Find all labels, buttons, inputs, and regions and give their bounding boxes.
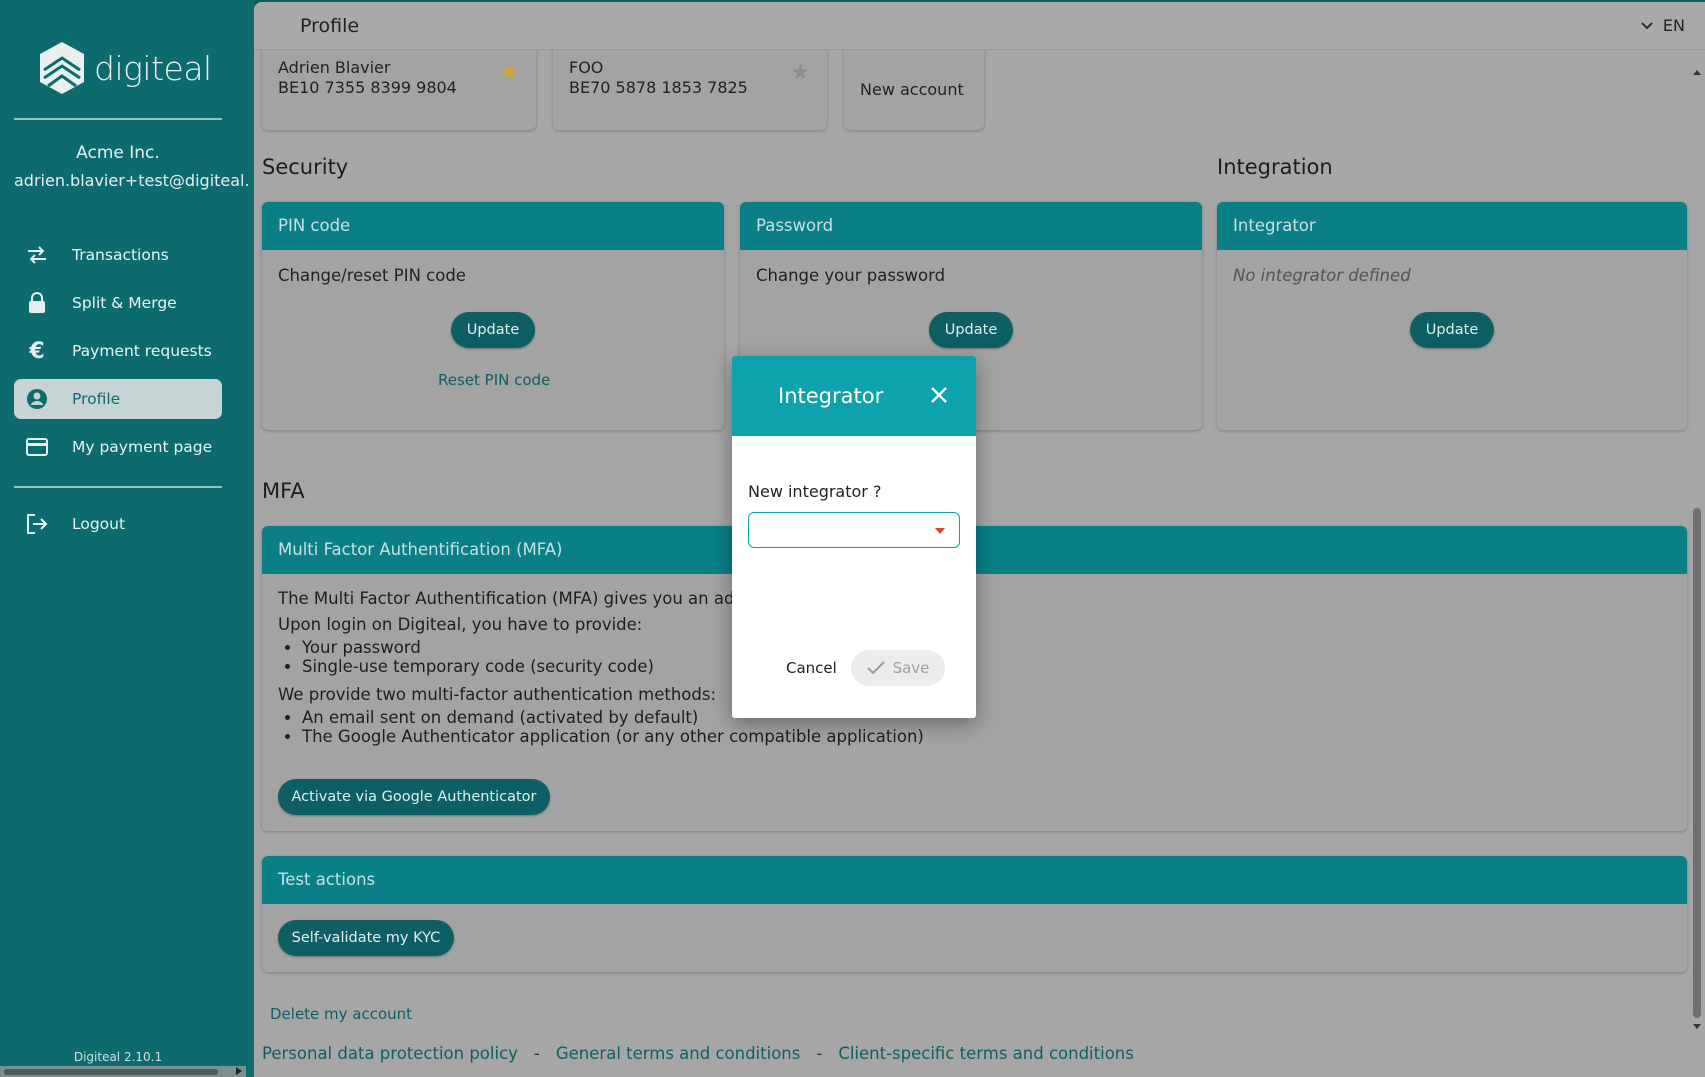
sidebar-item-label: Split & Merge bbox=[72, 294, 177, 312]
section-title-mfa: MFA bbox=[262, 479, 305, 503]
main-content: Adrien Blavier BE10 7355 8399 9804 ★ FOO… bbox=[254, 2, 1705, 1077]
user-email: adrien.blavier+test@digiteal.e bbox=[14, 171, 248, 190]
card-header: Integrator bbox=[1217, 202, 1687, 250]
app-version: Digiteal 2.10.1 bbox=[73, 1050, 163, 1064]
logout-button[interactable]: Logout bbox=[14, 504, 222, 544]
lock-icon bbox=[24, 292, 50, 314]
integrator-select[interactable] bbox=[748, 512, 960, 548]
sidebar-item-label: Profile bbox=[72, 390, 121, 408]
star-outline-icon[interactable]: ★ bbox=[791, 60, 810, 84]
self-validate-kyc-button[interactable]: Self-validate my KYC bbox=[278, 920, 454, 956]
integrator-field-label: New integrator ? bbox=[748, 482, 882, 501]
section-title-security: Security bbox=[262, 155, 349, 179]
footer-separator: - bbox=[533, 1044, 540, 1063]
credit-card-icon bbox=[24, 436, 50, 458]
account-card[interactable]: Adrien Blavier BE10 7355 8399 9804 ★ bbox=[262, 42, 536, 130]
test-actions-card: Test actions Self-validate my KYC bbox=[262, 856, 1687, 972]
sidebar-item-payment-requests[interactable]: € Payment requests bbox=[14, 331, 222, 371]
page-title: Profile bbox=[300, 15, 360, 37]
account-card[interactable]: FOO BE70 5878 1853 7825 ★ bbox=[553, 42, 827, 130]
company-name: Acme Inc. bbox=[76, 143, 160, 163]
scrollbar-thumb[interactable] bbox=[1693, 508, 1701, 1018]
close-icon[interactable] bbox=[930, 386, 948, 404]
dialog-title: Integrator bbox=[778, 384, 884, 408]
language-selector[interactable]: EN bbox=[1641, 16, 1685, 35]
update-pin-button[interactable]: Update bbox=[451, 312, 535, 348]
new-account-label: New account bbox=[860, 80, 964, 99]
swap-arrows-icon bbox=[24, 244, 50, 266]
check-icon bbox=[866, 661, 885, 675]
card-header: PIN code bbox=[262, 202, 724, 250]
sidebar-divider bbox=[14, 118, 222, 120]
sidebar-horizontal-scrollbar[interactable] bbox=[0, 1066, 246, 1077]
section-title-integration: Integration bbox=[1217, 155, 1333, 179]
list-item: The Google Authenticator application (or… bbox=[302, 727, 1618, 746]
account-name: Adrien Blavier bbox=[278, 58, 391, 77]
logo-text: digiteal bbox=[94, 48, 212, 88]
account-iban: BE10 7355 8399 9804 bbox=[278, 78, 457, 97]
sidebar-item-split-merge[interactable]: Split & Merge bbox=[14, 283, 222, 323]
reset-pin-link[interactable]: Reset PIN code bbox=[438, 371, 550, 389]
scroll-up-arrow-icon[interactable] bbox=[1693, 70, 1701, 75]
pin-code-card: PIN code Change/reset PIN code Update Re… bbox=[262, 202, 724, 430]
digiteal-logo[interactable]: digiteal bbox=[36, 40, 212, 96]
digiteal-logo-icon bbox=[40, 42, 84, 94]
footer-links: Personal data protection policy - Genera… bbox=[262, 1044, 1134, 1063]
privacy-policy-link[interactable]: Personal data protection policy bbox=[262, 1044, 518, 1063]
vertical-scrollbar[interactable] bbox=[1689, 58, 1705, 1029]
sidebar-item-transactions[interactable]: Transactions bbox=[14, 235, 222, 275]
account-circle-icon bbox=[24, 388, 50, 410]
cancel-button[interactable]: Cancel bbox=[786, 659, 837, 677]
chevron-down-icon bbox=[1641, 21, 1653, 29]
activate-google-authenticator-button[interactable]: Activate via Google Authenticator bbox=[278, 779, 550, 815]
general-terms-link[interactable]: General terms and conditions bbox=[556, 1044, 800, 1063]
language-label: EN bbox=[1662, 16, 1685, 35]
top-bar: Profile EN bbox=[254, 2, 1705, 50]
logout-icon bbox=[24, 513, 50, 535]
account-iban: BE70 5878 1853 7825 bbox=[569, 78, 748, 97]
sidebar: digiteal Acme Inc. adrien.blavier+test@d… bbox=[0, 0, 254, 1077]
sidebar-footer-nav: Logout bbox=[14, 504, 222, 552]
new-account-card[interactable]: New account bbox=[844, 42, 984, 130]
update-integrator-button[interactable]: Update bbox=[1410, 312, 1494, 348]
sidebar-item-profile[interactable]: Profile bbox=[14, 379, 222, 419]
sidebar-nav: Transactions Split & Merge € Payment req… bbox=[14, 235, 222, 475]
sidebar-divider bbox=[14, 486, 222, 488]
sidebar-item-label: My payment page bbox=[72, 438, 213, 456]
delete-account-link[interactable]: Delete my account bbox=[270, 1005, 412, 1023]
scroll-down-arrow-icon[interactable] bbox=[1693, 1024, 1701, 1029]
client-terms-link[interactable]: Client-specific terms and conditions bbox=[838, 1044, 1134, 1063]
sidebar-item-label: Transactions bbox=[72, 246, 169, 264]
card-header: Test actions bbox=[262, 856, 1687, 904]
card-text: Change/reset PIN code bbox=[278, 266, 466, 285]
footer-separator: - bbox=[816, 1044, 823, 1063]
logout-label: Logout bbox=[72, 515, 126, 533]
card-header: Password bbox=[740, 202, 1202, 250]
update-password-button[interactable]: Update bbox=[929, 312, 1013, 348]
dropdown-caret-icon bbox=[935, 528, 945, 534]
save-button[interactable]: Save bbox=[851, 650, 945, 686]
card-text: Change your password bbox=[756, 266, 946, 285]
save-label: Save bbox=[892, 659, 930, 677]
account-name: FOO bbox=[569, 58, 604, 77]
sidebar-item-payment-page[interactable]: My payment page bbox=[14, 427, 222, 467]
scrollbar-thumb[interactable] bbox=[4, 1069, 218, 1075]
dialog-header: Integrator bbox=[732, 356, 976, 436]
sidebar-item-label: Payment requests bbox=[72, 342, 212, 360]
no-integrator-text: No integrator defined bbox=[1233, 266, 1411, 285]
favorite-star-icon[interactable]: ★ bbox=[500, 60, 519, 84]
euro-icon: € bbox=[29, 338, 45, 364]
integrator-dialog: Integrator New integrator ? Cancel Save bbox=[732, 356, 976, 718]
scroll-right-arrow-icon[interactable] bbox=[236, 1067, 242, 1075]
integrator-card: Integrator No integrator defined Update bbox=[1217, 202, 1687, 430]
